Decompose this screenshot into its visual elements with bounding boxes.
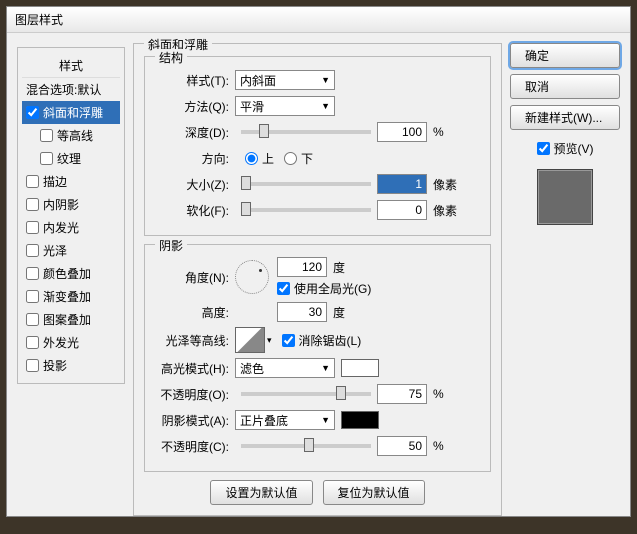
gloss-contour-label: 光泽等高线: (155, 332, 235, 349)
caret-icon: ▼ (321, 101, 330, 111)
size-input[interactable]: 1 (377, 174, 427, 194)
preview-label: 预览(V) (554, 140, 594, 157)
style-item-10[interactable]: 外发光 (22, 331, 120, 354)
altitude-input[interactable]: 30 (277, 302, 327, 322)
style-item-label: 图案叠加 (43, 311, 91, 328)
caret-icon: ▼ (321, 75, 330, 85)
caret-icon: ▼ (321, 363, 330, 373)
direction-down-radio[interactable] (284, 152, 297, 165)
style-item-checkbox[interactable] (26, 313, 39, 326)
angle-input[interactable]: 120 (277, 257, 327, 277)
gloss-contour-picker[interactable] (235, 327, 265, 353)
style-item-checkbox[interactable] (26, 221, 39, 234)
style-item-label: 纹理 (57, 150, 81, 167)
highlight-color-swatch[interactable] (341, 359, 379, 377)
style-item-checkbox[interactable] (26, 267, 39, 280)
style-item-label: 内阴影 (43, 196, 79, 213)
size-label: 大小(Z): (155, 176, 235, 193)
soften-input[interactable]: 0 (377, 200, 427, 220)
style-item-label: 内发光 (43, 219, 79, 236)
style-item-label: 渐变叠加 (43, 288, 91, 305)
style-item-11[interactable]: 投影 (22, 354, 120, 377)
highlight-mode-select[interactable]: 滤色▼ (235, 358, 335, 378)
style-item-8[interactable]: 渐变叠加 (22, 285, 120, 308)
shadow-color-swatch[interactable] (341, 411, 379, 429)
style-item-checkbox[interactable] (26, 290, 39, 303)
depth-label: 深度(D): (155, 124, 235, 141)
bevel-emboss-panel: 斜面和浮雕 结构 样式(T): 内斜面▼ 方法(Q): 平滑▼ 深度(D): 1… (133, 43, 502, 524)
style-item-6[interactable]: 光泽 (22, 239, 120, 262)
style-item-label: 斜面和浮雕 (43, 104, 103, 121)
angle-dial[interactable] (235, 260, 269, 294)
style-item-checkbox[interactable] (40, 152, 53, 165)
preview-thumbnail (537, 169, 593, 225)
caret-icon[interactable]: ▾ (267, 335, 272, 346)
style-item-7[interactable]: 颜色叠加 (22, 262, 120, 285)
titlebar: 图层样式 (7, 7, 630, 33)
caret-icon: ▼ (321, 415, 330, 425)
shadow-opacity-input[interactable]: 50 (377, 436, 427, 456)
make-default-button[interactable]: 设置为默认值 (210, 480, 312, 505)
highlight-opacity-label: 不透明度(O): (155, 386, 235, 403)
new-style-button[interactable]: 新建样式(W)... (510, 105, 620, 130)
style-item-checkbox[interactable] (26, 244, 39, 257)
angle-label: 角度(N): (155, 269, 235, 286)
style-item-1[interactable]: 等高线 (22, 124, 120, 147)
style-item-label: 投影 (43, 357, 67, 374)
depth-slider[interactable] (241, 130, 371, 134)
style-item-label: 颜色叠加 (43, 265, 91, 282)
shadow-mode-label: 阴影模式(A): (155, 412, 235, 429)
shadow-opacity-slider[interactable] (241, 444, 371, 448)
blend-options-row[interactable]: 混合选项:默认 (22, 78, 120, 101)
highlight-opacity-input[interactable]: 75 (377, 384, 427, 404)
soften-label: 软化(F): (155, 202, 235, 219)
shadow-opacity-label: 不透明度(C): (155, 438, 235, 455)
style-item-label: 外发光 (43, 334, 79, 351)
style-item-9[interactable]: 图案叠加 (22, 308, 120, 331)
layer-style-dialog: 图层样式 样式 混合选项:默认 斜面和浮雕等高线纹理描边内阴影内发光光泽颜色叠加… (6, 6, 631, 517)
style-label: 样式(T): (155, 72, 235, 89)
style-item-0[interactable]: 斜面和浮雕 (22, 101, 120, 124)
style-item-label: 光泽 (43, 242, 67, 259)
reset-default-button[interactable]: 复位为默认值 (323, 480, 425, 505)
shadow-mode-select[interactable]: 正片叠底▼ (235, 410, 335, 430)
cancel-button[interactable]: 取消 (510, 74, 620, 99)
blend-options-label: 混合选项:默认 (26, 81, 101, 98)
style-item-label: 等高线 (57, 127, 93, 144)
shading-title: 阴影 (155, 237, 187, 254)
depth-input[interactable]: 100 (377, 122, 427, 142)
soften-slider[interactable] (241, 208, 371, 212)
highlight-opacity-slider[interactable] (241, 392, 371, 396)
global-light-checkbox[interactable] (277, 282, 290, 295)
technique-select[interactable]: 平滑▼ (235, 96, 335, 116)
style-item-label: 描边 (43, 173, 67, 190)
style-item-checkbox[interactable] (26, 106, 39, 119)
style-item-3[interactable]: 描边 (22, 170, 120, 193)
preview-checkbox[interactable] (537, 142, 550, 155)
highlight-mode-label: 高光模式(H): (155, 360, 235, 377)
direction-up-radio[interactable] (245, 152, 258, 165)
style-item-checkbox[interactable] (26, 359, 39, 372)
style-select[interactable]: 内斜面▼ (235, 70, 335, 90)
direction-label: 方向: (155, 150, 235, 167)
size-slider[interactable] (241, 182, 371, 186)
style-item-checkbox[interactable] (26, 198, 39, 211)
technique-label: 方法(Q): (155, 98, 235, 115)
ok-button[interactable]: 确定 (510, 43, 620, 68)
styles-list-panel: 样式 混合选项:默认 斜面和浮雕等高线纹理描边内阴影内发光光泽颜色叠加渐变叠加图… (17, 43, 125, 524)
style-item-5[interactable]: 内发光 (22, 216, 120, 239)
style-item-checkbox[interactable] (26, 175, 39, 188)
style-item-2[interactable]: 纹理 (22, 147, 120, 170)
antialias-checkbox[interactable] (282, 334, 295, 347)
side-panel: 确定 取消 新建样式(W)... 预览(V) (510, 43, 620, 524)
styles-header: 样式 (22, 54, 120, 78)
style-item-4[interactable]: 内阴影 (22, 193, 120, 216)
altitude-label: 高度: (155, 304, 235, 321)
style-item-checkbox[interactable] (40, 129, 53, 142)
style-item-checkbox[interactable] (26, 336, 39, 349)
structure-title: 结构 (155, 49, 187, 66)
